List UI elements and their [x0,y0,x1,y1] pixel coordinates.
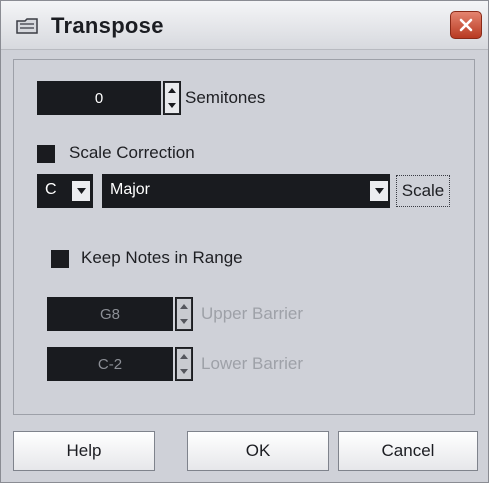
title-bar[interactable]: Transpose [1,1,488,50]
transpose-icon [16,18,38,34]
arrow-up-icon[interactable] [165,83,179,98]
scale-type-value: Major [110,181,151,198]
close-icon [459,18,473,32]
arrow-up-icon[interactable] [177,349,191,364]
lower-barrier-label: Lower Barrier [201,354,304,373]
semitones-field[interactable]: 0 [37,81,161,115]
scale-button[interactable]: Scale [396,175,450,207]
chevron-down-icon[interactable] [72,181,90,201]
semitones-stepper[interactable] [163,81,181,115]
chevron-down-icon[interactable] [370,181,388,201]
ok-button[interactable]: OK [187,431,329,471]
arrow-down-icon[interactable] [177,364,191,379]
upper-barrier-field[interactable]: G8 [47,297,173,331]
root-note-value: C [45,181,57,198]
window-title: Transpose [51,13,164,38]
scale-type-select[interactable]: Major [102,174,390,208]
arrow-up-icon[interactable] [177,299,191,314]
root-note-select[interactable]: C [37,174,93,208]
keep-notes-in-range-label: Keep Notes in Range [81,248,243,267]
help-button[interactable]: Help [13,431,155,471]
semitones-label: Semitones [185,88,266,107]
arrow-down-icon[interactable] [177,314,191,329]
upper-barrier-stepper[interactable] [175,297,193,331]
scale-correction-checkbox[interactable] [37,145,55,163]
close-button[interactable] [450,11,482,39]
arrow-down-icon[interactable] [165,98,179,113]
lower-barrier-field[interactable]: C-2 [47,347,173,381]
upper-barrier-label: Upper Barrier [201,304,304,323]
lower-barrier-stepper[interactable] [175,347,193,381]
scale-correction-label: Scale Correction [69,143,195,162]
keep-notes-in-range-checkbox[interactable] [51,250,69,268]
cancel-button[interactable]: Cancel [338,431,478,471]
transpose-dialog: Transpose 0 Semitones Scale Correction C… [0,0,489,483]
